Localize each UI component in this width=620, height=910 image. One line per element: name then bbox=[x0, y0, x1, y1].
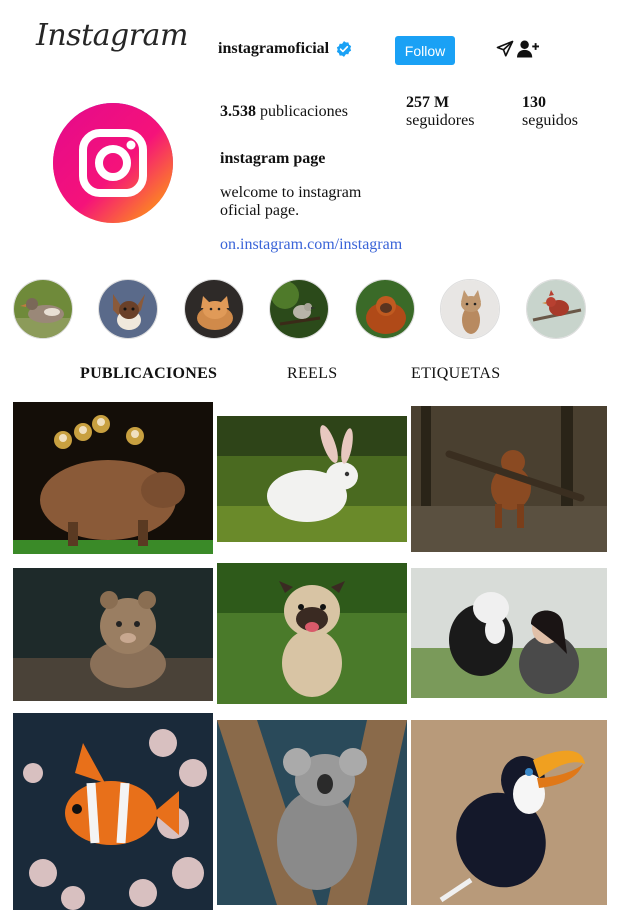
following-stat[interactable]: 130 seguidos bbox=[522, 94, 578, 130]
story-highlight-cat[interactable] bbox=[184, 279, 244, 339]
story-highlight-bird[interactable] bbox=[269, 279, 329, 339]
capybara-image bbox=[13, 402, 213, 554]
username-text: instagramoficial bbox=[218, 40, 330, 57]
dog-image bbox=[99, 280, 157, 338]
following-count: 130 bbox=[522, 94, 546, 111]
story-highlight-orangutan[interactable] bbox=[355, 279, 415, 339]
pug-image bbox=[217, 563, 407, 704]
profile-bio: welcome to instagram oficial page. bbox=[220, 184, 420, 220]
tab-publicaciones[interactable]: PUBLICACIONES bbox=[80, 365, 217, 383]
kitten-image bbox=[441, 280, 499, 338]
koala-image bbox=[217, 720, 407, 905]
bio-line-1: welcome to instagram bbox=[220, 184, 362, 201]
profile-avatar[interactable] bbox=[53, 103, 173, 223]
follow-button[interactable]: Follow bbox=[395, 36, 455, 65]
tab-etiquetas[interactable]: ETIQUETAS bbox=[411, 365, 500, 383]
followers-label: seguidores bbox=[406, 112, 475, 129]
duck-image bbox=[14, 280, 72, 338]
post-toucan[interactable] bbox=[411, 720, 607, 905]
bird-image bbox=[270, 280, 328, 338]
bio-line-2: oficial page. bbox=[220, 202, 300, 219]
post-dog-stick[interactable] bbox=[411, 406, 607, 552]
post-clownfish[interactable] bbox=[13, 713, 213, 910]
instagram-logo[interactable]: Instagram bbox=[36, 18, 188, 53]
story-highlight-dog[interactable] bbox=[98, 279, 158, 339]
lion-cub-image bbox=[13, 568, 213, 701]
send-icon[interactable] bbox=[496, 40, 514, 58]
profile-link[interactable]: on.instagram.com/instagram bbox=[220, 236, 402, 254]
add-user-icon[interactable] bbox=[517, 39, 539, 59]
toucan-image bbox=[411, 720, 607, 905]
followers-count: 257 M bbox=[406, 94, 450, 111]
post-koala[interactable] bbox=[217, 720, 407, 905]
instagram-camera-icon bbox=[53, 103, 173, 223]
post-lion-cub[interactable] bbox=[13, 568, 213, 701]
orangutan-image bbox=[356, 280, 414, 338]
cardinal-image bbox=[527, 280, 585, 338]
posts-stat: 3.538 publicaciones bbox=[220, 103, 348, 121]
story-highlight-duck[interactable] bbox=[13, 279, 73, 339]
posts-count: 3.538 bbox=[220, 103, 256, 120]
post-pug[interactable] bbox=[217, 563, 407, 704]
story-highlight-kitten[interactable] bbox=[440, 279, 500, 339]
following-label: seguidos bbox=[522, 112, 578, 129]
story-highlight-cardinal[interactable] bbox=[526, 279, 586, 339]
followers-stat[interactable]: 257 M seguidores bbox=[406, 94, 474, 130]
verified-badge-icon bbox=[336, 41, 352, 57]
post-capybara-monkeys[interactable] bbox=[13, 402, 213, 554]
cat-image bbox=[185, 280, 243, 338]
tab-reels[interactable]: REELS bbox=[287, 365, 337, 383]
profile-display-name: instagram page bbox=[220, 150, 326, 167]
woman-dog-image bbox=[411, 568, 607, 698]
post-rabbit[interactable] bbox=[217, 416, 407, 542]
clownfish-image bbox=[13, 713, 213, 910]
profile-username: instagramoficial bbox=[218, 40, 353, 58]
post-woman-dog[interactable] bbox=[411, 568, 607, 698]
posts-label: publicaciones bbox=[260, 103, 348, 120]
rabbit-image bbox=[217, 416, 407, 542]
dog-stick-image bbox=[411, 406, 607, 552]
